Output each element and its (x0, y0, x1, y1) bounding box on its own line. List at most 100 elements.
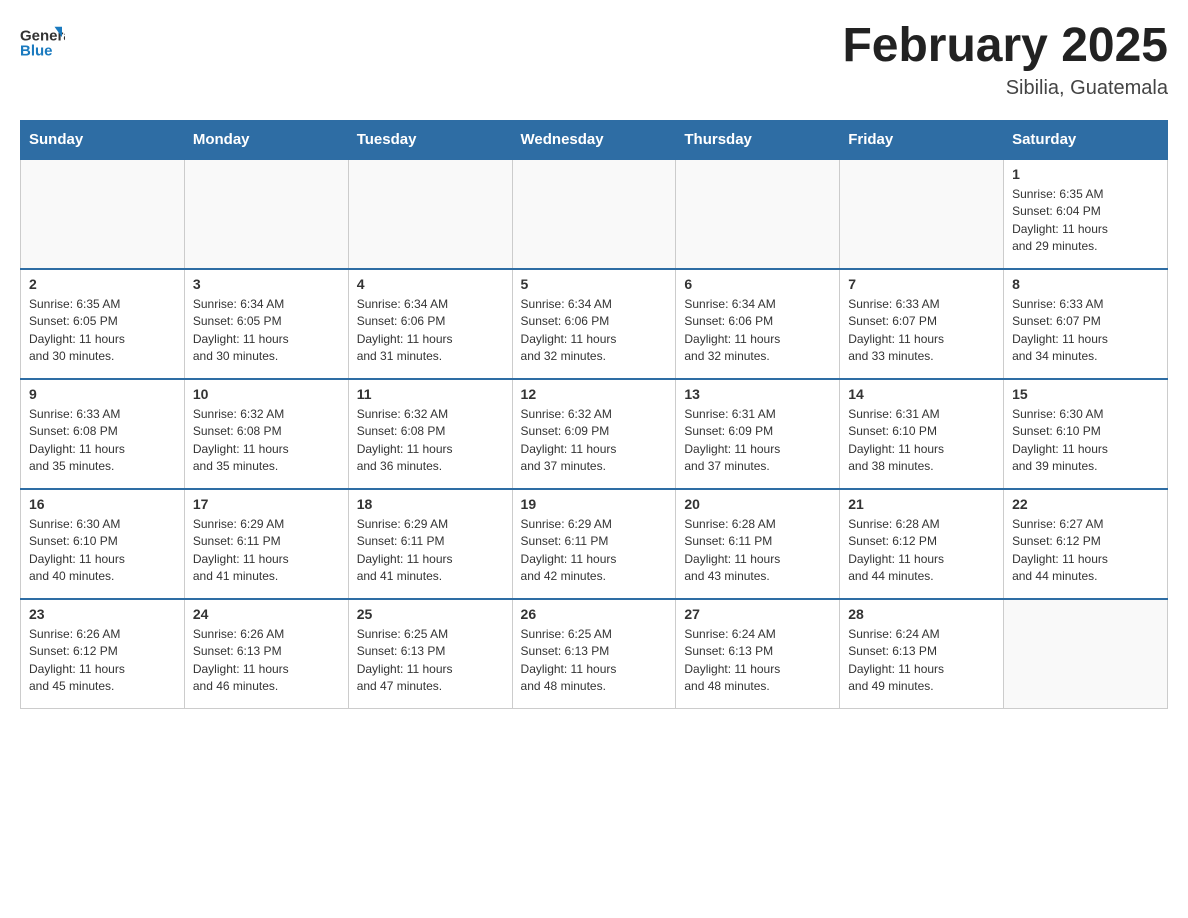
day-info: Sunrise: 6:34 AMSunset: 6:06 PMDaylight:… (684, 296, 831, 366)
calendar-cell: 5 Sunrise: 6:34 AMSunset: 6:06 PMDaylight… (512, 269, 676, 379)
calendar-cell: 19 Sunrise: 6:29 AMSunset: 6:11 PMDayligh… (512, 489, 676, 599)
calendar-cell (1004, 599, 1168, 709)
calendar-cell: 14 Sunrise: 6:31 AMSunset: 6:10 PMDayligh… (840, 379, 1004, 489)
header-monday: Monday (184, 120, 348, 159)
calendar-cell: 27Sunrise: 6:24 AMSunset: 6:13 PMDayligh… (676, 599, 840, 709)
day-number: 1 (1012, 166, 1159, 182)
day-number: 19 (521, 496, 668, 512)
day-number: 4 (357, 276, 504, 292)
day-number: 28 (848, 606, 995, 622)
calendar-cell: 8 Sunrise: 6:33 AMSunset: 6:07 PMDaylight… (1004, 269, 1168, 379)
day-number: 8 (1012, 276, 1159, 292)
day-number: 21 (848, 496, 995, 512)
calendar-cell: 2 Sunrise: 6:35 AMSunset: 6:05 PMDaylight… (21, 269, 185, 379)
day-info: Sunrise: 6:34 AMSunset: 6:05 PMDaylight:… (193, 296, 340, 366)
calendar-cell: 21 Sunrise: 6:28 AMSunset: 6:12 PMDayligh… (840, 489, 1004, 599)
day-number: 5 (521, 276, 668, 292)
day-info: Sunrise: 6:32 AMSunset: 6:08 PMDaylight:… (193, 406, 340, 476)
header-thursday: Thursday (676, 120, 840, 159)
header-wednesday: Wednesday (512, 120, 676, 159)
header-tuesday: Tuesday (348, 120, 512, 159)
day-number: 2 (29, 276, 176, 292)
day-number: 20 (684, 496, 831, 512)
day-number: 3 (193, 276, 340, 292)
calendar-cell: 7 Sunrise: 6:33 AMSunset: 6:07 PMDaylight… (840, 269, 1004, 379)
calendar-week-5: 23 Sunrise: 6:26 AMSunset: 6:12 PMDayligh… (21, 599, 1168, 709)
day-info: Sunrise: 6:29 AMSunset: 6:11 PMDaylight:… (357, 516, 504, 586)
day-info: Sunrise: 6:29 AMSunset: 6:11 PMDaylight:… (521, 516, 668, 586)
day-info: Sunrise: 6:32 AMSunset: 6:09 PMDaylight:… (521, 406, 668, 476)
day-info: Sunrise: 6:33 AMSunset: 6:07 PMDaylight:… (1012, 296, 1159, 366)
day-info: Sunrise: 6:26 AMSunset: 6:13 PMDaylight:… (193, 626, 340, 696)
day-info: Sunrise: 6:34 AMSunset: 6:06 PMDaylight:… (357, 296, 504, 366)
calendar-week-3: 9Sunrise: 6:33 AMSunset: 6:08 PMDaylight… (21, 379, 1168, 489)
calendar-cell (840, 159, 1004, 269)
calendar-cell (348, 159, 512, 269)
calendar-cell (676, 159, 840, 269)
calendar-cell: 15 Sunrise: 6:30 AMSunset: 6:10 PMDayligh… (1004, 379, 1168, 489)
calendar-cell: 10 Sunrise: 6:32 AMSunset: 6:08 PMDayligh… (184, 379, 348, 489)
day-info: Sunrise: 6:30 AMSunset: 6:10 PMDaylight:… (29, 516, 176, 586)
day-number: 15 (1012, 386, 1159, 402)
header-saturday: Saturday (1004, 120, 1168, 159)
calendar-cell: 9Sunrise: 6:33 AMSunset: 6:08 PMDaylight… (21, 379, 185, 489)
day-number: 12 (521, 386, 668, 402)
day-info: Sunrise: 6:35 AMSunset: 6:05 PMDaylight:… (29, 296, 176, 366)
page-header: General Blue February 2025 Sibilia, Guat… (20, 20, 1168, 100)
calendar-cell: 22Sunrise: 6:27 AMSunset: 6:12 PMDayligh… (1004, 489, 1168, 599)
calendar-cell: 28Sunrise: 6:24 AMSunset: 6:13 PMDayligh… (840, 599, 1004, 709)
day-info: Sunrise: 6:31 AMSunset: 6:09 PMDaylight:… (684, 406, 831, 476)
day-number: 6 (684, 276, 831, 292)
calendar-cell: 6 Sunrise: 6:34 AMSunset: 6:06 PMDaylight… (676, 269, 840, 379)
day-number: 9 (29, 386, 176, 402)
calendar-cell: 12 Sunrise: 6:32 AMSunset: 6:09 PMDayligh… (512, 379, 676, 489)
day-info: Sunrise: 6:31 AMSunset: 6:10 PMDaylight:… (848, 406, 995, 476)
header-sunday: Sunday (21, 120, 185, 159)
calendar-week-4: 16 Sunrise: 6:30 AMSunset: 6:10 PMDayligh… (21, 489, 1168, 599)
day-number: 11 (357, 386, 504, 402)
calendar-cell (21, 159, 185, 269)
calendar-cell: 13 Sunrise: 6:31 AMSunset: 6:09 PMDayligh… (676, 379, 840, 489)
calendar-cell: 11 Sunrise: 6:32 AMSunset: 6:08 PMDayligh… (348, 379, 512, 489)
calendar-cell: 24 Sunrise: 6:26 AMSunset: 6:13 PMDayligh… (184, 599, 348, 709)
day-info: Sunrise: 6:28 AMSunset: 6:11 PMDaylight:… (684, 516, 831, 586)
calendar-week-2: 2 Sunrise: 6:35 AMSunset: 6:05 PMDaylight… (21, 269, 1168, 379)
day-info: Sunrise: 6:26 AMSunset: 6:12 PMDaylight:… (29, 626, 176, 696)
day-number: 16 (29, 496, 176, 512)
calendar-cell: 18 Sunrise: 6:29 AMSunset: 6:11 PMDayligh… (348, 489, 512, 599)
logo-icon: General Blue (20, 20, 65, 65)
calendar-cell: 26Sunrise: 6:25 AMSunset: 6:13 PMDayligh… (512, 599, 676, 709)
day-number: 7 (848, 276, 995, 292)
day-info: Sunrise: 6:35 AMSunset: 6:04 PMDaylight:… (1012, 186, 1159, 256)
day-number: 17 (193, 496, 340, 512)
logo: General Blue (20, 20, 69, 65)
location: Sibilia, Guatemala (842, 77, 1168, 100)
day-info: Sunrise: 6:28 AMSunset: 6:12 PMDaylight:… (848, 516, 995, 586)
day-info: Sunrise: 6:27 AMSunset: 6:12 PMDaylight:… (1012, 516, 1159, 586)
calendar-cell: 1 Sunrise: 6:35 AMSunset: 6:04 PMDaylight… (1004, 159, 1168, 269)
day-number: 24 (193, 606, 340, 622)
calendar-cell: 23 Sunrise: 6:26 AMSunset: 6:12 PMDayligh… (21, 599, 185, 709)
day-number: 18 (357, 496, 504, 512)
day-number: 25 (357, 606, 504, 622)
calendar-week-1: 1 Sunrise: 6:35 AMSunset: 6:04 PMDaylight… (21, 159, 1168, 269)
day-info: Sunrise: 6:25 AMSunset: 6:13 PMDaylight:… (357, 626, 504, 696)
calendar-cell: 4 Sunrise: 6:34 AMSunset: 6:06 PMDaylight… (348, 269, 512, 379)
day-info: Sunrise: 6:24 AMSunset: 6:13 PMDaylight:… (684, 626, 831, 696)
calendar-cell (512, 159, 676, 269)
calendar-cell: 17Sunrise: 6:29 AMSunset: 6:11 PMDayligh… (184, 489, 348, 599)
day-info: Sunrise: 6:32 AMSunset: 6:08 PMDaylight:… (357, 406, 504, 476)
calendar-cell: 20 Sunrise: 6:28 AMSunset: 6:11 PMDayligh… (676, 489, 840, 599)
day-info: Sunrise: 6:25 AMSunset: 6:13 PMDaylight:… (521, 626, 668, 696)
header-friday: Friday (840, 120, 1004, 159)
day-number: 13 (684, 386, 831, 402)
calendar-cell: 3 Sunrise: 6:34 AMSunset: 6:05 PMDaylight… (184, 269, 348, 379)
day-info: Sunrise: 6:34 AMSunset: 6:06 PMDaylight:… (521, 296, 668, 366)
calendar-cell (184, 159, 348, 269)
day-number: 23 (29, 606, 176, 622)
day-info: Sunrise: 6:33 AMSunset: 6:07 PMDaylight:… (848, 296, 995, 366)
day-info: Sunrise: 6:30 AMSunset: 6:10 PMDaylight:… (1012, 406, 1159, 476)
svg-text:Blue: Blue (20, 42, 53, 59)
day-number: 10 (193, 386, 340, 402)
day-number: 14 (848, 386, 995, 402)
